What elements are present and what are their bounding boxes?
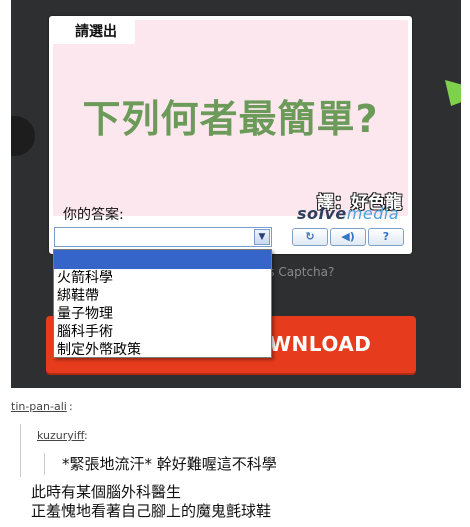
answer-dropdown-list: 火箭科學 綁鞋帶 量子物理 腦科手術 制定外幣政策 bbox=[53, 249, 272, 358]
original-username[interactable]: kuzuryiff bbox=[37, 429, 84, 442]
post-body-line: 正羞愧地看著自己腳上的魔鬼氈球鞋 bbox=[31, 502, 272, 520]
brand-media: media bbox=[346, 204, 400, 223]
chevron-down-icon[interactable]: ▼ bbox=[254, 229, 270, 245]
dropdown-option[interactable]: 綁鞋帶 bbox=[54, 287, 271, 305]
answer-label: 你的答案: bbox=[63, 207, 124, 223]
help-icon: ? bbox=[382, 230, 390, 243]
dropdown-option-blank[interactable] bbox=[54, 250, 271, 269]
captcha-controls: ↻ ◀) ? bbox=[292, 228, 406, 246]
help-button[interactable]: ? bbox=[368, 228, 404, 246]
captcha-prompt-tab: 請選出 bbox=[53, 20, 135, 44]
audio-button[interactable]: ◀) bbox=[330, 228, 366, 246]
captcha-question: 下列何者最簡單? bbox=[82, 97, 379, 141]
answer-select[interactable]: ▼ bbox=[54, 227, 272, 247]
reblog-username[interactable]: tin-pan-ali bbox=[11, 400, 67, 413]
dropdown-option[interactable]: 制定外幣政策 bbox=[54, 341, 271, 359]
green-arrow-icon bbox=[445, 80, 461, 106]
download-label: WNLOAD bbox=[269, 332, 372, 356]
carousel-arrow-left[interactable] bbox=[11, 116, 35, 156]
captcha-challenge-image: 請選出 下列何者最簡單? 譯：好色龍 bbox=[53, 20, 408, 216]
brand-solve: solve bbox=[297, 204, 347, 223]
post-body-line: 此時有某個腦外科醫生 bbox=[31, 483, 182, 501]
dropdown-option[interactable]: 火箭科學 bbox=[54, 269, 271, 287]
audio-icon: ◀) bbox=[341, 230, 355, 243]
dropdown-option[interactable]: 腦科手術 bbox=[54, 323, 271, 341]
refresh-button[interactable]: ↻ bbox=[292, 228, 328, 246]
quote-divider bbox=[44, 453, 45, 475]
screenshot-area: 請選出 下列何者最簡單? 譯：好色龍 你的答案: solvemedia ▼ ↻ … bbox=[11, 0, 461, 388]
username-colon: : bbox=[84, 429, 88, 442]
quote-text: *緊張地流汗* 幹好難喔這不科學 bbox=[62, 455, 277, 473]
dropdown-option[interactable]: 量子物理 bbox=[54, 305, 271, 323]
refresh-icon: ↻ bbox=[305, 230, 315, 243]
solvemedia-logo: solvemedia bbox=[297, 204, 399, 223]
what-is-captcha-link[interactable]: is Captcha? bbox=[265, 265, 334, 279]
username-colon: : bbox=[69, 400, 73, 413]
reblog-divider bbox=[20, 424, 21, 477]
captcha-widget: 請選出 下列何者最簡單? 譯：好色龍 你的答案: solvemedia ▼ ↻ … bbox=[49, 16, 412, 254]
